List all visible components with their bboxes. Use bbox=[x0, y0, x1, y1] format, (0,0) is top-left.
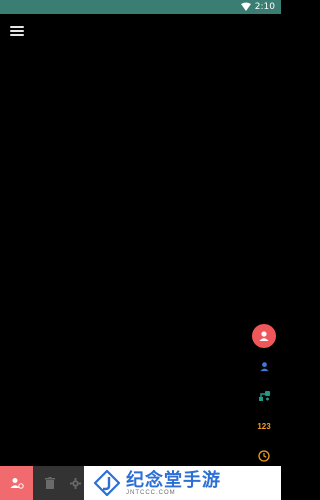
clock-icon bbox=[258, 450, 270, 462]
add-branch-tool[interactable] bbox=[252, 384, 276, 408]
delete-button[interactable] bbox=[33, 466, 66, 500]
settings-button[interactable] bbox=[66, 466, 84, 500]
bottom-bar: 纪念堂手游 JNTCCC.COM bbox=[0, 466, 281, 500]
branch-icon bbox=[258, 390, 270, 401]
person-small-tool[interactable] bbox=[252, 354, 276, 378]
app-canvas[interactable]: 123 纪念堂手游 JNTCCC.COM bbox=[0, 14, 281, 500]
watermark-url: JNTCCC.COM bbox=[126, 489, 176, 496]
person-tool[interactable] bbox=[252, 324, 276, 348]
status-time: 2:10 bbox=[254, 2, 275, 12]
clock-tool[interactable] bbox=[252, 444, 276, 468]
watermark: 纪念堂手游 JNTCCC.COM bbox=[84, 466, 281, 500]
person-icon bbox=[259, 331, 269, 341]
side-toolbar: 123 bbox=[251, 324, 277, 468]
person-icon bbox=[259, 361, 269, 371]
user-settings-icon bbox=[10, 478, 24, 489]
watermark-title: 纪念堂手游 bbox=[126, 469, 221, 490]
wifi-icon bbox=[240, 2, 251, 11]
user-settings-button[interactable] bbox=[0, 466, 33, 500]
number-tool-label: 123 bbox=[257, 421, 271, 431]
status-bar: 2:10 bbox=[0, 0, 281, 14]
trash-icon bbox=[44, 477, 55, 489]
hamburger-icon[interactable] bbox=[10, 26, 24, 36]
number-tool[interactable]: 123 bbox=[252, 414, 276, 438]
gear-icon bbox=[69, 477, 81, 489]
watermark-logo-icon bbox=[94, 470, 120, 496]
